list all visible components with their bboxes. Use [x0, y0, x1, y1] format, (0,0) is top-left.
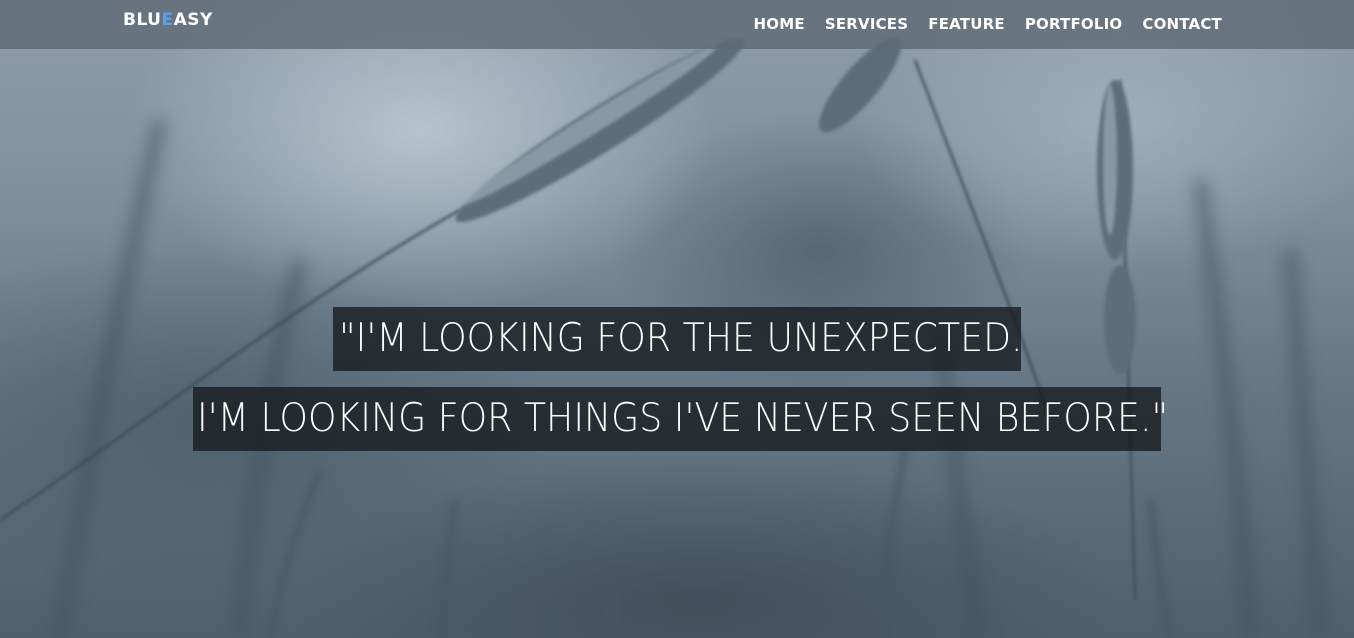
- hero-quote-line-1-text: "I'M LOOKING FOR THE UNEXPECTED.: [339, 316, 1023, 361]
- navbar: BLUEASY HOME SERVICES FEATURE PORTFOLIO …: [0, 0, 1354, 49]
- brand-logo-suffix: ASY: [173, 10, 213, 30]
- brand-logo[interactable]: BLUEASY: [123, 10, 213, 30]
- brand-logo-accent: E: [161, 10, 174, 30]
- hero-quote-line-2: I'M LOOKING FOR THINGS I'VE NEVER SEEN B…: [193, 387, 1168, 451]
- hero-quote-line-2-text: I'M LOOKING FOR THINGS I'VE NEVER SEEN B…: [197, 396, 1169, 441]
- brand-logo-prefix: BLU: [123, 10, 162, 30]
- nav-link-portfolio[interactable]: PORTFOLIO: [1025, 15, 1123, 33]
- nav-link-feature[interactable]: FEATURE: [928, 15, 1005, 33]
- nav-link-services[interactable]: SERVICES: [825, 15, 908, 33]
- nav-link-contact[interactable]: CONTACT: [1142, 15, 1222, 33]
- hero-quote-line-1: "I'M LOOKING FOR THE UNEXPECTED.: [333, 307, 1023, 371]
- main-nav: HOME SERVICES FEATURE PORTFOLIO CONTACT: [754, 15, 1222, 33]
- nav-link-home[interactable]: HOME: [754, 15, 805, 33]
